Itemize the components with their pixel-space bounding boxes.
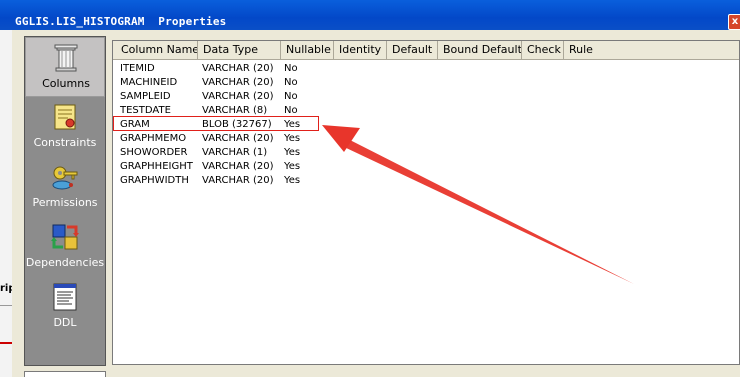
annotation-arrow-icon: [322, 125, 634, 284]
bottom-tab[interactable]: [24, 371, 106, 377]
